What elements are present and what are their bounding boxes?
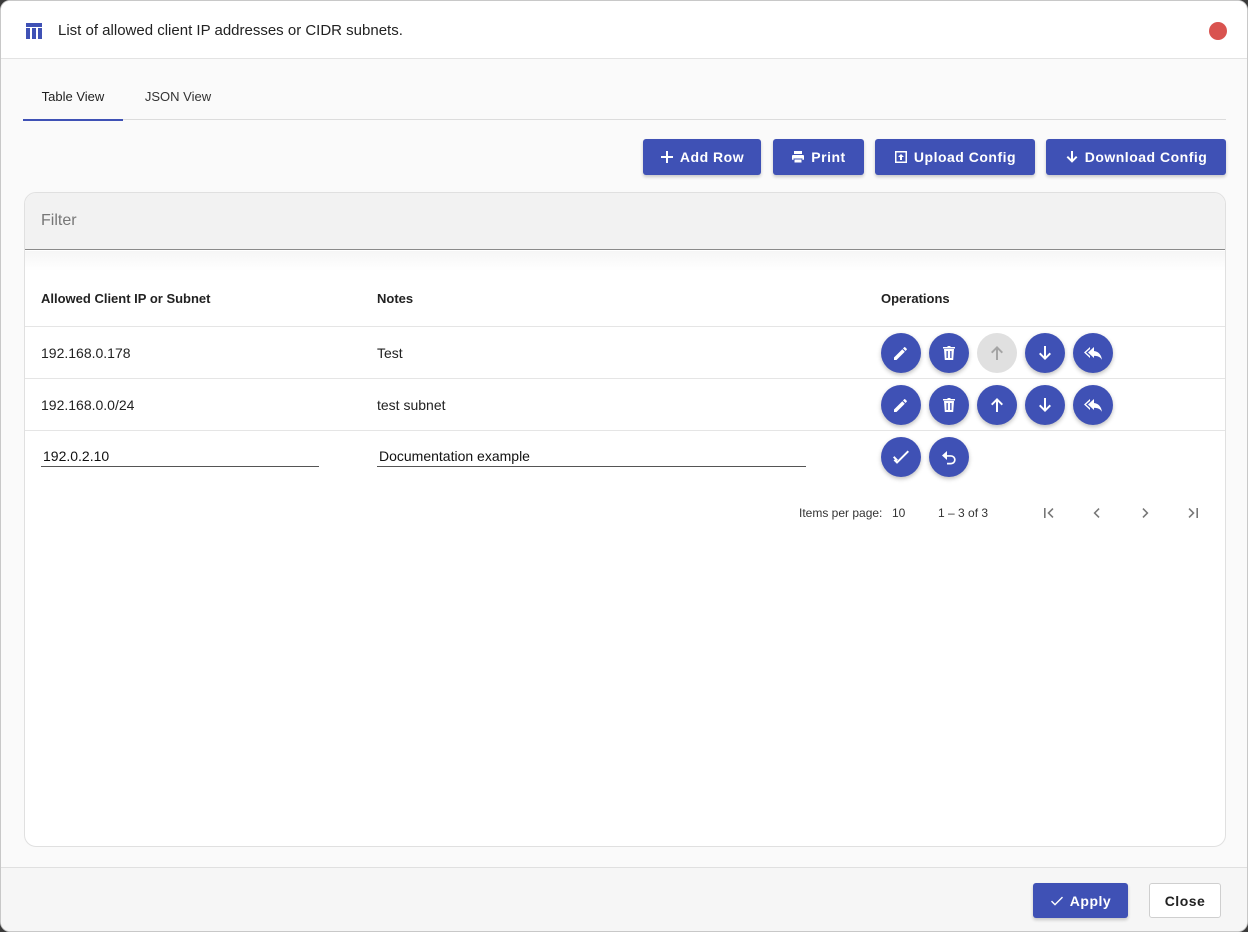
chevron-left-icon — [1093, 508, 1100, 518]
row-1-edit-button[interactable] — [881, 333, 921, 373]
filter-field — [25, 193, 1225, 250]
tab-json-view[interactable]: JSON View — [133, 77, 223, 120]
apply-label: Apply — [1069, 892, 1112, 909]
column-header-notes: Notes — [377, 291, 414, 306]
row-2-reply-all-button[interactable] — [1073, 385, 1113, 425]
table-icon — [26, 23, 42, 39]
first-page-button[interactable] — [1035, 499, 1063, 527]
arrow-down-icon — [1066, 151, 1078, 163]
row-2-edit-button[interactable] — [881, 385, 921, 425]
chevron-right-icon — [1142, 508, 1149, 518]
dialog-header: List of allowed client IP addresses or C… — [1, 1, 1247, 59]
row-1-move-up-button — [977, 333, 1017, 373]
row-1-delete-button[interactable] — [929, 333, 969, 373]
add-row-label: Add Row — [679, 149, 745, 165]
row-divider — [25, 378, 1225, 379]
reply-all-icon — [1084, 399, 1102, 412]
row-1-notes: Test — [377, 345, 403, 361]
plus-icon — [660, 151, 673, 163]
print-label: Print — [811, 149, 846, 165]
next-page-button[interactable] — [1131, 499, 1159, 527]
upload-config-label: Upload Config — [913, 149, 1017, 165]
items-per-page-label: Items per page: — [799, 506, 883, 520]
printer-icon — [792, 151, 805, 164]
arrow-down-icon — [1039, 346, 1051, 360]
tab-bar: Table View JSON View — [23, 77, 1226, 121]
reply-all-icon — [1084, 347, 1102, 360]
dialog-footer: Apply Close — [1, 867, 1247, 931]
column-header-operations: Operations — [881, 291, 950, 306]
row-2-notes: test subnet — [377, 397, 446, 413]
save-row-button[interactable] — [881, 437, 921, 477]
close-button[interactable]: Close — [1149, 883, 1221, 918]
last-page-button[interactable] — [1179, 499, 1207, 527]
column-header-ip: Allowed Client IP or Subnet — [41, 291, 211, 306]
items-per-page-select[interactable]: 10 — [892, 506, 905, 520]
table-card: Allowed Client IP or Subnet Notes Operat… — [24, 192, 1226, 847]
close-dot-button[interactable] — [1209, 22, 1227, 40]
previous-page-button[interactable] — [1083, 499, 1111, 527]
tab-table-view[interactable]: Table View — [23, 77, 123, 121]
print-button[interactable]: Print — [773, 139, 864, 175]
divider — [25, 251, 1225, 271]
edit-ip-input[interactable] — [41, 445, 319, 467]
download-config-label: Download Config — [1084, 149, 1208, 165]
apply-button[interactable]: Apply — [1033, 883, 1128, 918]
pencil-icon — [894, 347, 907, 360]
last-page-icon — [1188, 508, 1198, 518]
dialog: List of allowed client IP addresses or C… — [0, 0, 1248, 932]
add-row-button[interactable]: Add Row — [643, 139, 761, 175]
undo-icon — [942, 451, 956, 465]
row-1-reply-all-button[interactable] — [1073, 333, 1113, 373]
row-2-ip: 192.168.0.0/24 — [41, 397, 135, 413]
row-2-move-down-button[interactable] — [1025, 385, 1065, 425]
row-divider — [25, 430, 1225, 431]
check-icon — [1050, 896, 1063, 906]
trash-icon — [943, 398, 955, 412]
upload-config-button[interactable]: Upload Config — [875, 139, 1035, 175]
row-1-ip: 192.168.0.178 — [41, 345, 131, 361]
row-2-delete-button[interactable] — [929, 385, 969, 425]
trash-icon — [943, 346, 955, 360]
double-check-icon — [893, 450, 909, 464]
row-divider — [25, 326, 1225, 327]
dialog-body: Table View JSON View Add Row Print Uploa… — [1, 59, 1247, 867]
undo-row-button[interactable] — [929, 437, 969, 477]
arrow-down-icon — [1039, 398, 1051, 412]
upload-icon — [894, 151, 907, 163]
edit-notes-input[interactable] — [377, 445, 806, 467]
arrow-up-icon — [991, 346, 1003, 360]
arrow-up-icon — [991, 398, 1003, 412]
filter-input[interactable] — [41, 209, 1201, 233]
row-1-move-down-button[interactable] — [1025, 333, 1065, 373]
first-page-icon — [1044, 508, 1054, 518]
dialog-title: List of allowed client IP addresses or C… — [58, 22, 403, 39]
download-config-button[interactable]: Download Config — [1046, 139, 1226, 175]
page-range: 1 – 3 of 3 — [938, 506, 989, 520]
pencil-icon — [894, 399, 907, 412]
row-2-move-up-button[interactable] — [977, 385, 1017, 425]
